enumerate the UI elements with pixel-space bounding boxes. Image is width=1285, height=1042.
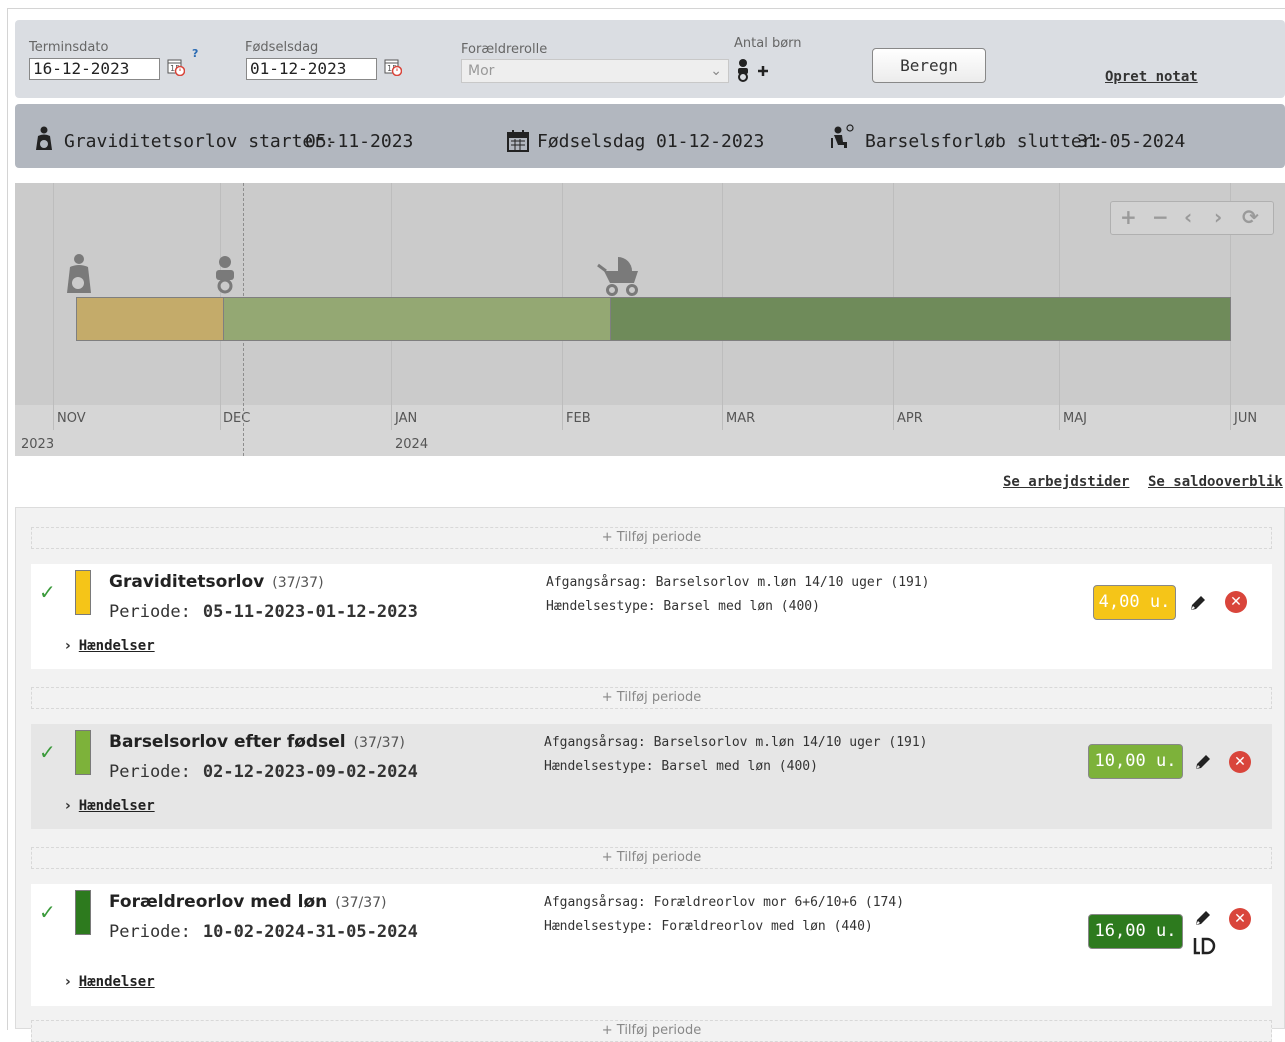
role-select-value: Mor bbox=[468, 63, 495, 79]
split-period-icon[interactable] bbox=[1192, 936, 1216, 956]
working-person-icon bbox=[831, 124, 854, 148]
calendar-icon bbox=[507, 130, 529, 152]
period-count: (37/37) bbox=[335, 895, 387, 911]
pregnancy-start-label: Graviditetsorlov starter: bbox=[64, 131, 335, 152]
delete-icon[interactable]: ✕ bbox=[1229, 908, 1251, 930]
timeline-axis bbox=[15, 405, 1285, 456]
month-label: JUN bbox=[1234, 411, 1258, 426]
timeline-chart[interactable]: NOV DEC JAN FEB MAR APR MAJ JUN 2023 202… bbox=[15, 183, 1285, 456]
role-label: Forældrerolle bbox=[461, 42, 548, 57]
month-label: NOV bbox=[57, 411, 86, 426]
month-label: APR bbox=[897, 411, 923, 426]
zoom-in-button[interactable]: + bbox=[1120, 205, 1137, 229]
period-title: Graviditetsorlov bbox=[109, 572, 265, 592]
period-title: Forældreorlov med løn bbox=[109, 892, 328, 912]
check-icon: ✓ bbox=[39, 740, 56, 764]
help-icon[interactable]: ? bbox=[192, 47, 198, 60]
role-select[interactable]: Mor ⌄ bbox=[461, 59, 729, 83]
timeline-segment-pregnancy[interactable] bbox=[76, 297, 224, 341]
units-badge: 10,00 u. bbox=[1088, 744, 1183, 779]
pregnant-icon bbox=[67, 254, 91, 293]
period-range: 10-02-2024-31-05-2024 bbox=[202, 922, 418, 942]
delete-icon[interactable]: ✕ bbox=[1225, 591, 1247, 613]
form-bar: Terminsdato 16-12-2023 15 ? Fødselsdag 0… bbox=[15, 20, 1285, 98]
period-title: Barselsorlov efter fødsel bbox=[109, 732, 346, 752]
period-label: Periode: bbox=[109, 602, 191, 622]
period-row: ✓ Graviditetsorlov (37/37) Periode: 05-11-… bbox=[31, 564, 1272, 669]
period-range: 02-12-2023-09-02-2024 bbox=[202, 762, 418, 782]
units-badge: 4,00 u. bbox=[1093, 585, 1176, 620]
add-child-icon[interactable] bbox=[734, 58, 774, 84]
timeline-segment-parental[interactable] bbox=[610, 297, 1231, 341]
pregnancy-start-date: 05-11-2023 bbox=[305, 131, 414, 152]
edit-pencil-icon[interactable] bbox=[1193, 752, 1213, 772]
period-event-type: Hændelsestype: Barsel med løn (400) bbox=[546, 599, 820, 614]
calculate-button[interactable]: Beregn bbox=[872, 48, 986, 83]
period-label: Periode: bbox=[109, 922, 191, 942]
termin-date-input[interactable]: 16-12-2023 bbox=[29, 58, 160, 80]
add-period-button[interactable]: + Tilføj periode bbox=[31, 687, 1272, 709]
termin-label: Terminsdato bbox=[29, 40, 109, 55]
period-row: ✓ Forældreorlov med løn (37/37) Periode: 1… bbox=[31, 884, 1272, 1006]
create-note-link[interactable]: Opret notat bbox=[1105, 69, 1198, 85]
add-period-button[interactable]: + Tilføj periode bbox=[31, 527, 1272, 549]
children-label: Antal børn bbox=[734, 36, 802, 51]
stroller-icon bbox=[597, 257, 638, 296]
events-link[interactable]: Hændelser bbox=[79, 974, 155, 990]
month-label: DEC bbox=[223, 411, 251, 426]
check-icon: ✓ bbox=[39, 580, 56, 604]
worktimes-link[interactable]: Se arbejdstider bbox=[1003, 474, 1129, 490]
timeline-controls: + − ‹ › ⟳ bbox=[1110, 201, 1274, 235]
calendar-picker-icon[interactable]: 15 bbox=[167, 58, 185, 76]
period-count: (37/37) bbox=[272, 575, 324, 591]
timeline-segment-maternity[interactable] bbox=[223, 297, 611, 341]
edit-pencil-icon[interactable] bbox=[1193, 908, 1213, 928]
events-link[interactable]: Hændelser bbox=[79, 798, 155, 814]
chevron-right-icon: › bbox=[65, 638, 71, 654]
period-event-type: Hændelsestype: Forældreorlov med løn (44… bbox=[544, 919, 873, 934]
period-reason: Afgangsårsag: Barselsorlov m.løn 14/10 u… bbox=[546, 575, 930, 590]
baby-icon bbox=[216, 256, 234, 294]
events-link[interactable]: Hændelser bbox=[79, 638, 155, 654]
pregnant-icon bbox=[36, 126, 52, 150]
period-reason: Afgangsårsag: Barselsorlov m.løn 14/10 u… bbox=[544, 735, 928, 750]
period-color-swatch bbox=[75, 890, 91, 935]
month-label: MAR bbox=[726, 411, 756, 426]
period-range: 05-11-2023-01-12-2023 bbox=[202, 602, 418, 622]
zoom-out-button[interactable]: − bbox=[1152, 205, 1169, 229]
month-label: JAN bbox=[395, 411, 418, 426]
edit-pencil-icon[interactable] bbox=[1188, 593, 1208, 613]
year-label: 2023 bbox=[21, 437, 55, 452]
period-color-swatch bbox=[75, 570, 91, 615]
scroll-right-button[interactable]: › bbox=[1214, 205, 1222, 229]
period-row: ✓ Barselsorlov efter fødsel (37/37) Perio… bbox=[31, 724, 1272, 829]
period-event-type: Hændelsestype: Barsel med løn (400) bbox=[544, 759, 818, 774]
leave-end-label: Barselsforløb slutter: bbox=[865, 131, 1104, 152]
chevron-right-icon: › bbox=[65, 798, 71, 814]
scroll-left-button[interactable]: ‹ bbox=[1184, 205, 1192, 229]
calendar-picker-icon[interactable]: 15 bbox=[384, 58, 402, 76]
birth-day-date: 01-12-2023 bbox=[656, 131, 765, 152]
birth-label: Fødselsdag bbox=[245, 40, 319, 55]
leave-end-date: 31-05-2024 bbox=[1077, 131, 1186, 152]
birth-day-label: Fødselsdag bbox=[537, 131, 646, 152]
add-period-button[interactable]: + Tilføj periode bbox=[31, 847, 1272, 869]
period-label: Periode: bbox=[109, 762, 191, 782]
month-label: FEB bbox=[566, 411, 591, 426]
year-label: 2024 bbox=[395, 437, 429, 452]
chevron-down-icon: ⌄ bbox=[710, 63, 722, 79]
add-period-button[interactable]: + Tilføj periode bbox=[31, 1020, 1272, 1042]
chevron-right-icon: › bbox=[65, 974, 71, 990]
summary-bar: Graviditetsorlov starter: 05-11-2023 Fød… bbox=[15, 104, 1285, 168]
period-count: (37/37) bbox=[353, 735, 405, 751]
balance-overview-link[interactable]: Se saldooverblik bbox=[1148, 474, 1283, 490]
birth-date-input[interactable]: 01-12-2023 bbox=[246, 58, 377, 80]
refresh-button[interactable]: ⟳ bbox=[1242, 205, 1259, 229]
period-color-swatch bbox=[75, 730, 91, 775]
check-icon: ✓ bbox=[39, 900, 56, 924]
period-reason: Afgangsårsag: Forældreorlov mor 6+6/10+6… bbox=[544, 895, 905, 910]
delete-icon[interactable]: ✕ bbox=[1229, 751, 1251, 773]
month-label: MAJ bbox=[1063, 411, 1087, 426]
units-badge: 16,00 u. bbox=[1088, 914, 1183, 949]
